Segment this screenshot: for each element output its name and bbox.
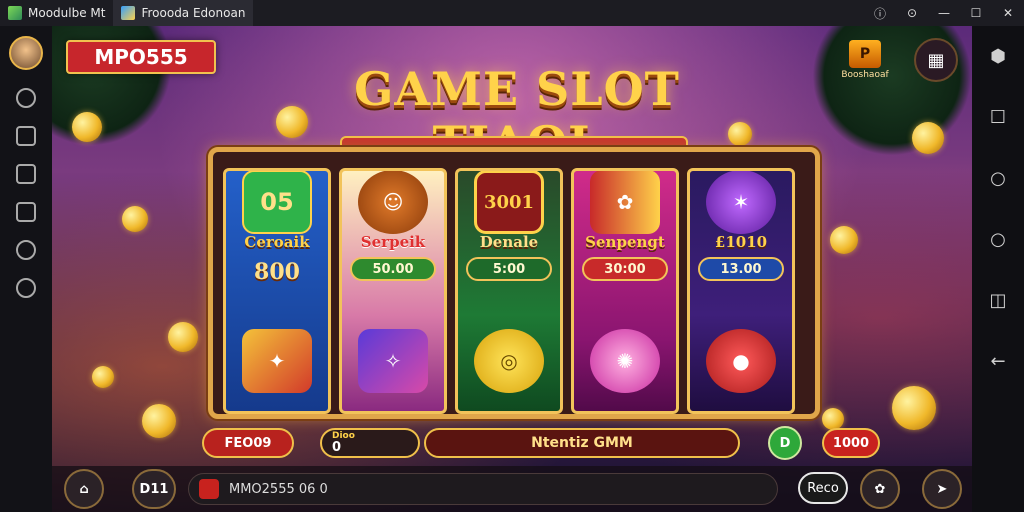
- bonus-label: Booshaoaf: [841, 70, 889, 80]
- account-text: MMO2555 06 0: [229, 481, 328, 497]
- shield-icon[interactable]: [16, 126, 36, 146]
- back-icon[interactable]: ←: [990, 351, 1005, 372]
- reel-name: Ceroaik: [244, 233, 310, 251]
- sync-icon[interactable]: [16, 240, 36, 260]
- coin-decoration: [892, 386, 936, 430]
- coin-decoration: [822, 408, 844, 430]
- coin-icon: ◎: [474, 329, 544, 393]
- reel-value: 800: [254, 259, 300, 285]
- bet-value: 0: [332, 440, 342, 455]
- ticket-icon: 05: [242, 171, 312, 234]
- coin-decoration: [92, 366, 114, 388]
- home-icon: ⌂: [79, 481, 89, 497]
- control-bar: FEO09 Dioo 0 Ntentiz GMM D 1000: [202, 426, 880, 462]
- reel-frame: 05 Ceroaik 800 ✦ ☺ Serpeik 50.00 ✧ 3001 …: [208, 147, 820, 419]
- reel-value: 5:00: [466, 257, 552, 281]
- left-toolbar: [0, 26, 52, 512]
- share-icon: ➤: [936, 481, 948, 497]
- bet-field[interactable]: Dioo 0: [320, 428, 420, 458]
- grid-menu-button[interactable]: ▦: [914, 38, 958, 82]
- reel[interactable]: ✿ Senpengt 30:00 ✺: [571, 168, 679, 414]
- window-controls: ⓘ ⊙ — ☐ ✕: [864, 0, 1024, 26]
- wand-icon: ✶: [706, 171, 776, 234]
- counter-icon: 3001: [474, 171, 544, 234]
- settings-icon[interactable]: ⊙: [896, 0, 928, 26]
- coin-decoration: [912, 122, 944, 154]
- coin-decoration: [830, 226, 858, 254]
- bonus-shortcut[interactable]: P Booshaoaf: [838, 40, 892, 84]
- reel[interactable]: ✶ £1010 13.00 ●: [687, 168, 795, 414]
- reel-value: 13.00: [698, 257, 784, 281]
- reel-name: Serpeik: [360, 233, 426, 251]
- help-icon[interactable]: ⓘ: [864, 0, 896, 26]
- account-bar[interactable]: MMO2555 06 0: [188, 473, 778, 505]
- circle-icon[interactable]: ○: [990, 168, 1006, 189]
- potion-icon: ✺: [590, 329, 660, 393]
- app-logo-icon: [8, 6, 22, 20]
- left-pill-button[interactable]: FEO09: [202, 428, 294, 458]
- apps-icon[interactable]: ⬢: [990, 46, 1006, 67]
- candy-icon: ✧: [358, 329, 428, 393]
- spin-button[interactable]: Ntentiz GMM: [424, 428, 740, 458]
- chart-icon[interactable]: [16, 202, 36, 222]
- maximize-icon[interactable]: ☐: [960, 0, 992, 26]
- brand-logo: MPO555: [66, 40, 216, 74]
- gear-icon[interactable]: [16, 88, 36, 108]
- reel-name: Denale: [479, 233, 539, 251]
- tab-moodulbe[interactable]: Moodulbe Mt: [0, 0, 113, 26]
- reel[interactable]: ☺ Serpeik 50.00 ✧: [339, 168, 447, 414]
- grid-icon: ▦: [927, 49, 945, 71]
- reel[interactable]: 3001 Denale 5:00 ◎: [455, 168, 563, 414]
- reco-button[interactable]: Reco: [798, 472, 848, 504]
- circle-icon[interactable]: ○: [990, 229, 1006, 250]
- home-button[interactable]: ⌂: [64, 469, 104, 509]
- tab-froooda[interactable]: Froooda Edonoan: [113, 0, 254, 26]
- support-button[interactable]: ✿: [860, 469, 900, 509]
- lock-icon[interactable]: [16, 164, 36, 184]
- share-button[interactable]: ➤: [922, 469, 962, 509]
- chip-button[interactable]: D11: [132, 469, 176, 509]
- reel-name: Senpengt: [585, 233, 665, 251]
- round-button[interactable]: D: [768, 426, 802, 460]
- bonus-icon: P: [849, 40, 881, 68]
- support-icon: ✿: [874, 481, 886, 497]
- barrel-icon: ✿: [590, 171, 660, 234]
- app-logo-icon: [121, 6, 136, 20]
- game-canvas[interactable]: MPO555 GAME SLOT TIAOL BERMAYI MEENSENAN…: [52, 26, 972, 512]
- tab-label: Froooda Edonoan: [141, 6, 246, 20]
- right-toolbar: ⬢ ☐ ○ ○ ◫ ←: [972, 26, 1024, 512]
- coin-decoration: [168, 322, 198, 352]
- account-icon: [199, 479, 219, 499]
- compass-icon[interactable]: [16, 278, 36, 298]
- reel-value: 30:00: [582, 257, 668, 281]
- tab-label: Moodulbe Mt: [28, 6, 106, 20]
- mascot-icon: ☺: [358, 171, 428, 234]
- square-icon[interactable]: ☐: [990, 107, 1006, 128]
- split-icon[interactable]: ◫: [989, 290, 1006, 311]
- reel-name: £1010: [714, 233, 768, 251]
- coin-decoration: [72, 112, 102, 142]
- reel[interactable]: 05 Ceroaik 800 ✦: [223, 168, 331, 414]
- reel-value: 50.00: [350, 257, 436, 281]
- avatar[interactable]: [9, 36, 43, 70]
- coin-decoration: [142, 404, 176, 438]
- close-icon[interactable]: ✕: [992, 0, 1024, 26]
- right-pill-button[interactable]: 1000: [822, 428, 880, 458]
- lower-bar: ⌂ D11 MMO2555 06 0 Reco ✿ ➤: [52, 466, 972, 512]
- window-titlebar: Moodulbe Mt Froooda Edonoan ⓘ ⊙ — ☐ ✕: [0, 0, 1024, 26]
- apple-icon: ●: [706, 329, 776, 393]
- coin-decoration: [122, 206, 148, 232]
- treasure-icon: ✦: [242, 329, 312, 393]
- minimize-icon[interactable]: —: [928, 0, 960, 26]
